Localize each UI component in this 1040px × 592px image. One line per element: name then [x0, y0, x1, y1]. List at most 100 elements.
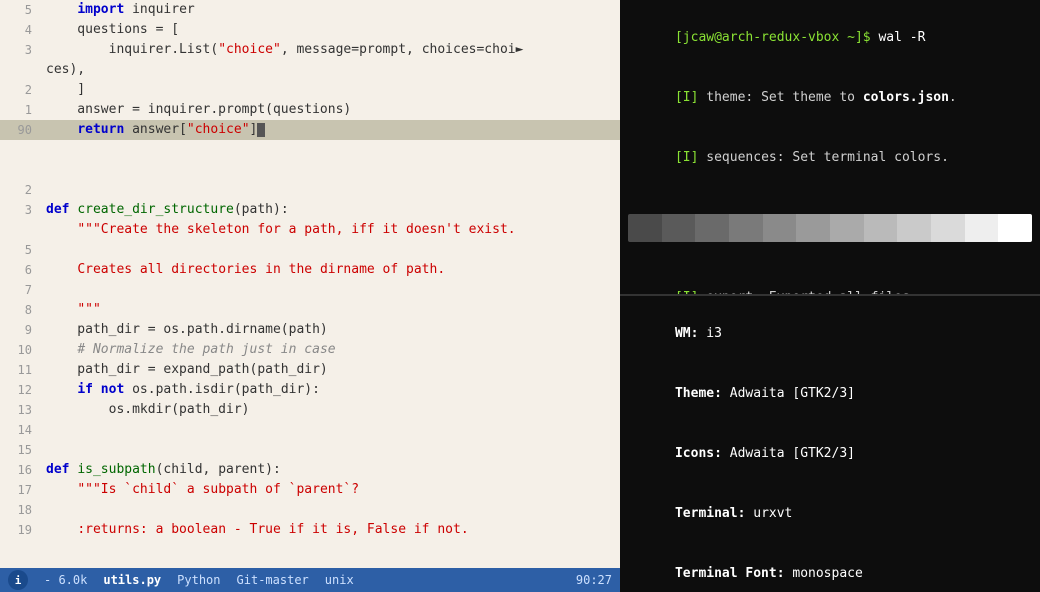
line-number: 7	[0, 280, 42, 300]
line-content: answer = inquirer.prompt(questions)	[42, 100, 620, 120]
line-content: Creates all directories in the dirname o…	[42, 260, 620, 280]
line-content: import inquirer	[42, 0, 620, 20]
terminal-command: wal -R	[878, 30, 925, 45]
line-number: 16	[0, 460, 42, 480]
top-terminal[interactable]: [jcaw@arch-redux-vbox ~]$ wal -R [I] the…	[620, 0, 1040, 296]
term-text: theme: Set theme to	[698, 90, 862, 105]
info-val: i3	[698, 326, 721, 341]
code-line: 5	[0, 240, 620, 260]
code-line: 17 """Is `child` a subpath of `parent`?	[0, 480, 620, 500]
code-line: 9 path_dir = os.path.dirname(path)	[0, 320, 620, 340]
terminal-line: [I] sequences: Set terminal colors.	[628, 128, 1032, 188]
line-number: 3	[0, 200, 42, 220]
code-line: """Create the skeleton for a path, iff i…	[0, 220, 620, 240]
line-content: if not os.path.isdir(path_dir):	[42, 380, 620, 400]
code-line: 5 import inquirer	[0, 0, 620, 20]
editor-panel: 5 import inquirer 4 questions = [ 3 inqu…	[0, 0, 620, 592]
terminal-line	[628, 248, 1032, 268]
line-content	[42, 440, 620, 460]
terminal-line	[628, 188, 1032, 208]
info-key: Terminal Font:	[675, 566, 785, 581]
line-content: questions = [	[42, 20, 620, 40]
info-val: monospace	[785, 566, 863, 581]
line-content: path_dir = expand_path(path_dir)	[42, 360, 620, 380]
info-val: urxvt	[745, 506, 792, 521]
bottom-terminal[interactable]: WM: i3 Theme: Adwaita [GTK2/3] Icons: Ad…	[620, 296, 1040, 592]
code-line: 1 answer = inquirer.prompt(questions)	[0, 100, 620, 120]
code-line: 2	[0, 180, 620, 200]
line-number: 90	[0, 120, 42, 140]
info-val: Adwaita [GTK2/3]	[722, 446, 855, 461]
code-line	[0, 160, 620, 180]
swatch	[931, 214, 965, 242]
line-number: 10	[0, 340, 42, 360]
code-line: 7	[0, 280, 620, 300]
line-number: 1	[0, 100, 42, 120]
code-line: 8 """	[0, 300, 620, 320]
line-content	[42, 240, 620, 260]
terminal-line: [I] theme: Set theme to colors.json.	[628, 68, 1032, 128]
code-lines: 5 import inquirer 4 questions = [ 3 inqu…	[0, 0, 620, 568]
swatch	[729, 214, 763, 242]
line-content: ]	[42, 80, 620, 100]
line-number	[0, 60, 42, 80]
line-number: 19	[0, 520, 42, 540]
line-content	[42, 140, 620, 160]
line-content	[42, 280, 620, 300]
line-number: 12	[0, 380, 42, 400]
code-line: 13 os.mkdir(path_dir)	[0, 400, 620, 420]
git-branch: Git-master	[237, 573, 309, 587]
swatch	[864, 214, 898, 242]
line-number	[0, 140, 42, 160]
line-number: 18	[0, 500, 42, 520]
info-key: Terminal:	[675, 506, 745, 521]
swatch	[662, 214, 696, 242]
language: Python	[177, 573, 220, 587]
encoding: unix	[325, 573, 354, 587]
swatch	[796, 214, 830, 242]
line-content: os.mkdir(path_dir)	[42, 400, 620, 420]
system-info-line: Terminal: urxvt	[628, 484, 1032, 544]
swatch	[998, 214, 1032, 242]
info-key: Theme:	[675, 386, 722, 401]
status-bar: i - 6.0k utils.py Python Git-master unix…	[0, 568, 620, 592]
code-line: 14	[0, 420, 620, 440]
code-area[interactable]: 5 import inquirer 4 questions = [ 3 inqu…	[0, 0, 620, 568]
info-tag: [I]	[675, 90, 698, 105]
info-key: WM:	[675, 326, 698, 341]
term-bold-text: colors.json	[863, 90, 949, 105]
code-line: 15	[0, 440, 620, 460]
line-number: 5	[0, 0, 42, 20]
line-number: 9	[0, 320, 42, 340]
swatch	[628, 214, 662, 242]
system-info-line: WM: i3	[628, 304, 1032, 364]
filename: utils.py	[103, 573, 161, 587]
code-line-current: 90 return answer["choice"]	[0, 120, 620, 140]
line-number: 15	[0, 440, 42, 460]
line-content: """Create the skeleton for a path, iff i…	[42, 220, 620, 240]
code-line: 2 ]	[0, 80, 620, 100]
info-val: Adwaita [GTK2/3]	[722, 386, 855, 401]
line-content: # Normalize the path just in case	[42, 340, 620, 360]
line-number: 17	[0, 480, 42, 500]
line-content: :returns: a boolean - True if it is, Fal…	[42, 520, 620, 540]
line-content: ces),	[42, 60, 620, 80]
line-number: 11	[0, 360, 42, 380]
code-line: 4 questions = [	[0, 20, 620, 40]
info-key: Icons:	[675, 446, 722, 461]
code-line: 10 # Normalize the path just in case	[0, 340, 620, 360]
line-content: return answer["choice"]	[42, 120, 620, 140]
code-line: 18	[0, 500, 620, 520]
line-number	[0, 220, 42, 240]
line-content	[42, 420, 620, 440]
info-icon: i	[8, 570, 28, 590]
line-content: def is_subpath(child, parent):	[42, 460, 620, 480]
swatch	[763, 214, 797, 242]
line-content: """	[42, 300, 620, 320]
line-number	[0, 160, 42, 180]
swatch	[830, 214, 864, 242]
line-number: 6	[0, 260, 42, 280]
system-info-line: Theme: Adwaita [GTK2/3]	[628, 364, 1032, 424]
code-line: 6 Creates all directories in the dirname…	[0, 260, 620, 280]
line-content: """Is `child` a subpath of `parent`?	[42, 480, 620, 500]
